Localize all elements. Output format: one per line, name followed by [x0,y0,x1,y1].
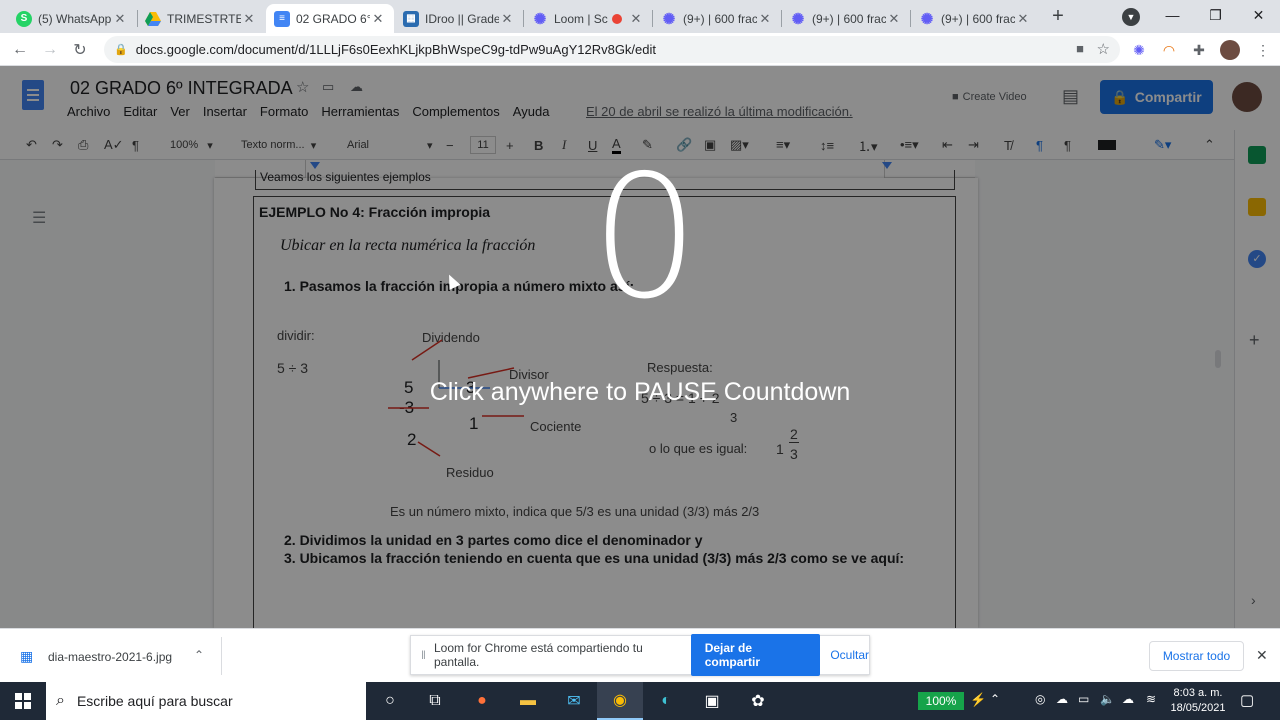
chrome-icon[interactable]: ◉ [597,682,643,720]
cortana-icon[interactable]: ○ [367,682,413,720]
cloud-icon[interactable]: ☁ [1122,692,1134,706]
whatsapp-icon: S [16,10,32,27]
close-icon[interactable]: ✕ [370,11,386,27]
pause-countdown-text[interactable]: Click anywhere to PAUSE Countdown [340,378,940,407]
firefox-icon[interactable]: ● [459,682,505,720]
file-explorer-icon[interactable]: ▬ [505,682,551,720]
tab-idroo[interactable]: ▦ IDroo || Grade ✕ [395,4,523,33]
volume-icon[interactable]: 🔈 [1100,692,1115,706]
window-close-button[interactable]: ✕ [1236,0,1280,30]
address-toolbar: ← → ↻ 🔒 docs.google.com/document/d/1LLLj… [0,33,1280,66]
tab-loom-2[interactable]: ✺ (9+) | 600 frac ✕ [653,4,781,33]
forward-icon[interactable]: → [38,38,62,62]
tab-title: 02 GRADO 6° [296,11,370,26]
store-icon[interactable]: ▣ [689,682,735,720]
show-hidden-icons[interactable]: ⌃ [990,692,1000,706]
onedrive-icon[interactable]: ☁ [1056,692,1068,706]
tab-loom-3[interactable]: ✺ (9+) | 600 frac ✕ [782,4,910,33]
tab-drive[interactable]: TRIMESTRTE I ✕ [137,4,265,33]
chrome-menu-icon[interactable]: ⋮ [1254,41,1272,59]
tab-search-icon[interactable]: ▼ [1122,8,1140,26]
download-options-icon[interactable]: ⌃ [194,648,204,662]
tab-loom-4[interactable]: ✺ (9+) | 600 frac ✕ [911,4,1039,33]
loom-extension-icon[interactable]: ✺ [1130,41,1148,59]
close-icon[interactable]: ✕ [112,11,128,27]
notifications-icon[interactable]: ▢ [1240,691,1254,709]
back-icon[interactable]: ← [8,38,32,62]
close-icon[interactable]: ✕ [628,11,644,27]
url-text: docs.google.com/document/d/1LLLjF6s0Eexh… [135,42,657,57]
tab-title: (9+) | 600 frac [941,11,1015,26]
browser-tab-strip: S (5) WhatsApp ✕ TRIMESTRTE I ✕ ≡ 02 GRA… [0,0,1280,33]
minimize-button[interactable]: — [1150,0,1195,30]
download-filename[interactable]: dia-maestro-2021-6.jpg [48,650,172,664]
search-icon: ⌕ [56,692,65,709]
extension-icon[interactable]: ◠ [1160,41,1178,59]
drag-handle-icon[interactable]: ‖ [421,648,426,662]
recording-icon [612,13,622,24]
tab-title: (5) WhatsApp [38,11,112,26]
close-icon[interactable]: ✕ [1015,11,1031,27]
tab-title: IDroo || Grade [425,11,499,26]
extensions-puzzle-icon[interactable]: ✚ [1190,41,1208,59]
bookmark-star-icon[interactable]: ☆ [1097,40,1110,58]
close-icon[interactable]: ✕ [886,11,902,27]
app-icon[interactable]: ✿ [735,682,781,720]
show-all-button[interactable]: Mostrar todo [1149,641,1244,671]
power-icon[interactable]: ▭ [1078,692,1089,706]
task-view-icon[interactable]: ⧉ [412,682,458,720]
tab-whatsapp[interactable]: S (5) WhatsApp ✕ [8,4,136,33]
taskbar-search-box[interactable]: ⌕ Escribe aquí para buscar [46,682,366,720]
loom-sharing-message: Loom for Chrome está compartiendo tu pan… [433,641,643,669]
tab-title: (9+) | 600 frac [683,11,757,26]
tab-title: TRIMESTRTE I [167,11,241,26]
image-file-icon: ▦ [20,648,34,664]
close-icon[interactable]: ✕ [499,11,515,27]
close-shelf-icon[interactable]: ✕ [1256,647,1268,664]
loom-sharing-bar: ‖ Loom for Chrome está compartiendo tu p… [410,634,870,676]
edge-icon[interactable]: ◐ [643,682,689,720]
battery-percentage: 100% [918,692,964,710]
hide-button[interactable]: Ocultar [830,648,869,662]
camera-icon[interactable]: ■ [1076,41,1084,56]
download-shelf: ▦ dia-maestro-2021-6.jpg ⌃ ‖ Loom for Ch… [0,628,1280,682]
close-icon[interactable]: ✕ [241,11,257,27]
idroo-icon: ▦ [403,10,419,27]
countdown-number: 0 [590,139,700,337]
loom-icon: ✺ [662,10,676,28]
windows-start-icon[interactable] [0,682,46,720]
google-docs-icon: ≡ [274,10,290,27]
loom-icon: ✺ [533,10,547,28]
omnibox[interactable]: 🔒 docs.google.com/document/d/1LLLjF6s0Ee… [104,36,1120,63]
battery-icon[interactable]: ⚡ [970,692,986,708]
loom-icon: ✺ [791,10,805,28]
stop-sharing-button[interactable]: Dejar de compartir [690,634,821,676]
wifi-icon[interactable]: ≋ [1146,692,1156,706]
search-placeholder: Escribe aquí para buscar [76,693,233,709]
close-icon[interactable]: ✕ [757,11,773,27]
tab-loom[interactable]: ✺ Loom | Sc ✕ [524,4,652,33]
google-drive-icon [145,11,161,27]
tab-google-docs[interactable]: ≡ 02 GRADO 6° ✕ [266,4,394,33]
lock-icon: 🔒 [114,44,128,56]
new-tab-button[interactable]: + [1046,6,1070,28]
clock-date: 18/05/2021 [1170,702,1226,714]
profile-avatar[interactable] [1220,40,1240,60]
tab-title: Loom | Sc [554,11,608,26]
loom-icon: ✺ [920,10,934,28]
reload-icon[interactable]: ↻ [68,38,92,62]
clock[interactable]: 8:03 a. m. 18/05/2021 [1166,686,1230,716]
clock-time: 8:03 a. m. [1173,687,1223,699]
restore-button[interactable]: ❐ [1193,0,1238,30]
meet-now-icon[interactable]: ◎ [1035,692,1045,706]
mail-icon[interactable]: ✉ [551,682,597,720]
windows-taskbar: ⌕ Escribe aquí para buscar ○ ⧉ ● ▬ ✉ ◉ ◐… [0,682,1280,720]
tab-title: (9+) | 600 frac [812,11,886,26]
